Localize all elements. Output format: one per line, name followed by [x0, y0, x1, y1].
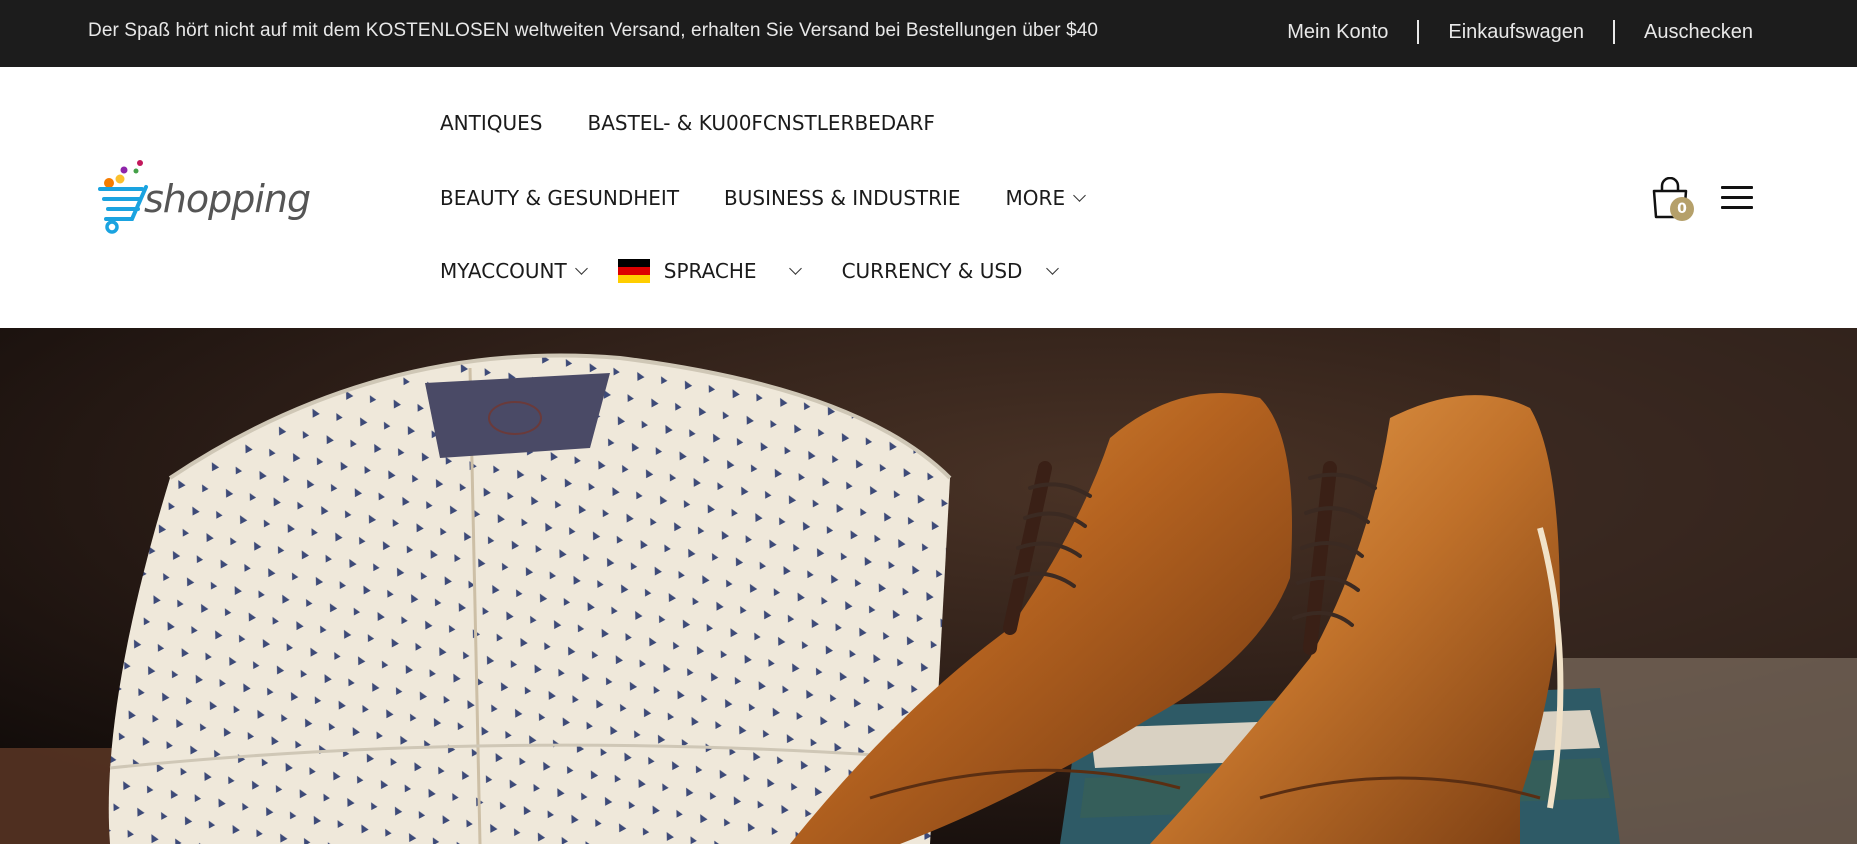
nav-beauty-gesundheit[interactable]: BEAUTY & GESUNDHEIT [440, 186, 679, 210]
checkout-link[interactable]: Auschecken [1644, 21, 1753, 44]
chevron-down-icon [788, 262, 802, 275]
german-flag-icon [617, 259, 650, 283]
language-label: SPRACHE [663, 259, 757, 283]
my-account-link[interactable]: Mein Konto [1287, 21, 1388, 44]
nav-more-label: MORE [1005, 186, 1066, 210]
account-links: Mein Konto Einkaufswagen Auschecken [1287, 20, 1753, 44]
nav-row-1: ANTIQUES BASTEL- & KU00FCNSTLERBEDARF [440, 111, 935, 135]
nav-row-2: BEAUTY & GESUNDHEIT BUSINESS & INDUSTRIE… [440, 186, 1086, 210]
currency-label: CURRENCY & USD [841, 259, 1023, 283]
nav-business-industrie[interactable]: BUSINESS & INDUSTRIE [724, 186, 961, 210]
nav-myaccount-label: MYACCOUNT [440, 259, 567, 283]
chevron-down-icon [1073, 189, 1086, 202]
hamburger-menu-icon[interactable] [1721, 186, 1753, 210]
cart-link[interactable]: Einkaufswagen [1448, 21, 1584, 44]
free-shipping-promo: Der Spaß hört nicht auf mit dem KOSTENLO… [88, 20, 1099, 41]
divider [1613, 20, 1616, 44]
currency-selector[interactable]: CURRENCY & USD [841, 259, 1060, 283]
top-announcement-bar: Der Spaß hört nicht auf mit dem KOSTENLO… [0, 0, 1857, 67]
hero-banner-image [0, 328, 1857, 844]
mini-cart-button[interactable]: 0 [1650, 176, 1694, 223]
chevron-down-icon [1046, 262, 1060, 275]
divider [1417, 20, 1420, 44]
nav-antiques[interactable]: ANTIQUES [440, 111, 542, 135]
chevron-down-icon [574, 262, 588, 275]
site-logo[interactable]: shopping [96, 159, 311, 239]
site-header: shopping ANTIQUES BASTEL- & KU00FCNSTLER… [0, 67, 1857, 328]
nav-myaccount-dropdown[interactable]: MYACCOUNT [440, 259, 588, 283]
logo-text: shopping [144, 177, 311, 221]
shirts-and-shoes-photo [0, 328, 1857, 844]
language-selector[interactable]: SPRACHE [617, 259, 802, 283]
nav-bastel-kuenstlerbedarf[interactable]: BASTEL- & KU00FCNSTLERBEDARF [587, 111, 934, 135]
nav-more-dropdown[interactable]: MORE [1005, 186, 1086, 210]
cart-count-badge: 0 [1670, 197, 1694, 221]
nav-row-3: MYACCOUNT SPRACHE CURRENCY & USD [440, 259, 1060, 283]
